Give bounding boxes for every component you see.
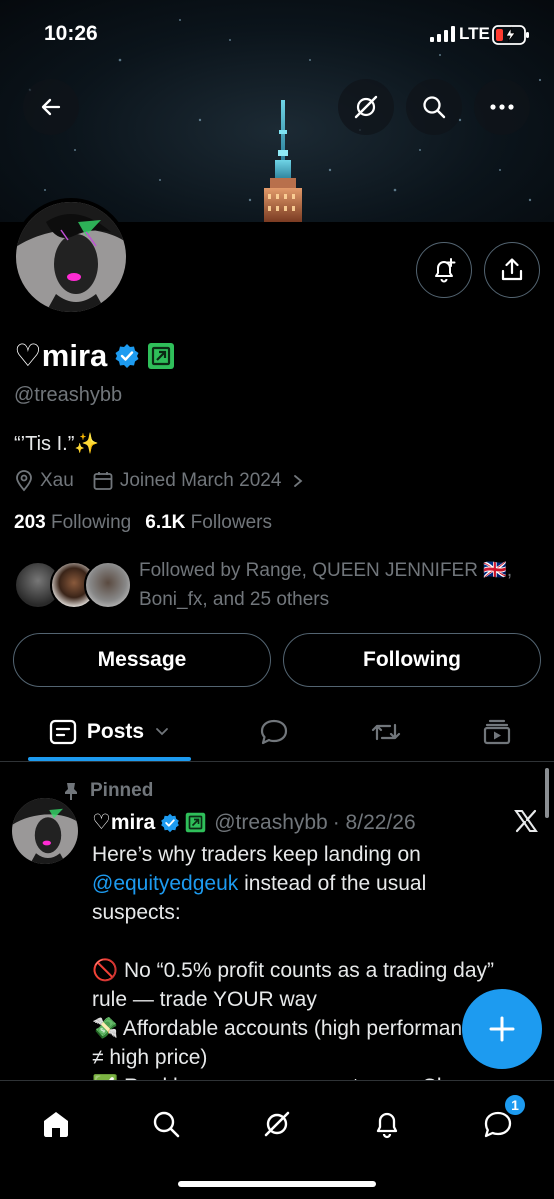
followers-count: 6.1K — [145, 512, 186, 533]
tab-active-indicator — [28, 757, 191, 761]
post-line: Here’s why traders keep landing on — [92, 843, 421, 866]
tab-posts-label: Posts — [86, 720, 145, 743]
pin-icon — [65, 783, 77, 800]
x-logo-icon — [514, 809, 538, 833]
following-label: Following — [50, 512, 132, 533]
search-button[interactable] — [406, 79, 462, 135]
following-count-link[interactable]: 203 Following — [14, 512, 131, 534]
affiliate-badge-icon[interactable] — [147, 342, 175, 370]
avatar-image — [16, 202, 126, 312]
reply-icon — [260, 719, 288, 745]
followers-label: Followers — [190, 512, 272, 533]
followed-by[interactable]: Followed by Range, QUEEN JENNIFER 🇬🇧, Bo… — [14, 556, 534, 616]
profile-meta: Xau Joined March 2024 — [14, 470, 305, 492]
location: Xau — [14, 470, 74, 492]
plus-icon — [489, 1016, 515, 1042]
affiliate-badge-icon — [185, 812, 206, 833]
more-button[interactable] — [474, 79, 530, 135]
chevron-down-icon — [156, 728, 168, 736]
location-pin-icon — [16, 470, 32, 492]
profile-tabs: Posts — [0, 702, 554, 762]
followed-by-line1: Followed by Range, QUEEN JENNIFER 🇬🇧, — [139, 560, 513, 581]
followed-by-avatars — [14, 561, 132, 609]
bell-plus-icon — [435, 258, 456, 283]
followed-by-line2: Boni_fx, and 25 others — [139, 589, 330, 610]
media-icon — [483, 719, 511, 745]
grok-button[interactable] — [338, 79, 394, 135]
profile-avatar[interactable] — [12, 198, 130, 316]
post-line: ✅ Real humans, no support gaps. Clean — [92, 1072, 542, 1080]
followed-by-text: Followed by Range, QUEEN JENNIFER 🇬🇧, Bo… — [139, 556, 534, 614]
notify-button[interactable] — [416, 242, 472, 298]
post-date: · 8/22/26 — [332, 810, 416, 834]
battery-icon — [492, 25, 529, 45]
post-line-rest: instead of the usual — [238, 872, 427, 895]
nav-grok[interactable] — [252, 1099, 302, 1149]
post-header: ♡mira @treashybb · 8/22/26 — [92, 810, 416, 835]
posts-tab-icon — [49, 719, 77, 745]
pinned-label: Pinned — [62, 780, 153, 802]
chevron-right-icon — [294, 475, 303, 487]
display-name: ♡mira — [14, 338, 108, 373]
following-button[interactable]: Following — [283, 633, 541, 687]
post-avatar-image — [12, 798, 78, 864]
mention-link[interactable]: @equityedgeuk — [92, 872, 238, 895]
compose-button[interactable] — [462, 989, 542, 1069]
tab-media[interactable] — [467, 702, 527, 762]
share-button[interactable] — [484, 242, 540, 298]
grok-icon — [264, 1111, 290, 1137]
more-icon — [490, 104, 514, 110]
arrow-left-icon — [41, 98, 61, 116]
back-button[interactable] — [23, 79, 79, 135]
pinned-text: Pinned — [90, 780, 154, 801]
signal-icon — [430, 26, 455, 42]
status-bar: 10:26 LTE — [0, 0, 554, 70]
profile-bio: “’Tis I.”✨ — [14, 433, 100, 455]
followers-count-link[interactable]: 6.1K Followers — [145, 512, 272, 534]
bell-icon — [376, 1112, 398, 1139]
post-line: @equityedgeuk instead of the usual — [92, 869, 542, 898]
nav-notifications[interactable] — [362, 1099, 412, 1149]
post-avatar[interactable] — [12, 798, 78, 864]
post-handle[interactable]: @treashybb — [214, 811, 328, 835]
location-text: Xau — [40, 470, 74, 491]
search-icon — [153, 1111, 180, 1138]
post-line: 🚫 No “0.5% profit counts as a trading da… — [92, 959, 495, 982]
share-icon — [501, 258, 523, 281]
messages-badge: 1 — [503, 1093, 527, 1117]
message-button[interactable]: Message — [13, 633, 271, 687]
verified-badge-icon[interactable] — [114, 343, 140, 369]
search-icon — [423, 96, 446, 119]
scrollbar[interactable] — [545, 768, 549, 818]
tab-reposts[interactable] — [356, 702, 416, 762]
home-indicator[interactable] — [178, 1181, 376, 1187]
verified-badge-icon — [161, 813, 180, 832]
profile-handle: @treashybb — [14, 384, 123, 406]
following-count: 203 — [14, 512, 46, 533]
network-type: LTE — [459, 24, 490, 43]
post-author[interactable]: ♡mira — [92, 810, 155, 835]
follower-avatar — [84, 561, 132, 609]
display-name-row: ♡mira — [14, 338, 175, 374]
repost-icon — [371, 723, 401, 741]
joined-date[interactable]: Joined March 2024 — [92, 470, 306, 492]
calendar-icon — [93, 472, 113, 490]
status-time: 10:26 — [44, 22, 98, 45]
grok-icon — [354, 95, 378, 119]
home-icon — [44, 1112, 68, 1137]
joined-text: Joined March 2024 — [119, 470, 282, 491]
follow-counts: 203 Following 6.1K Followers — [14, 512, 272, 534]
post-line: suspects: — [92, 901, 181, 924]
nav-home[interactable] — [31, 1099, 81, 1149]
tab-replies[interactable] — [244, 702, 304, 762]
tab-posts[interactable]: Posts — [28, 702, 191, 762]
nav-search[interactable] — [141, 1099, 191, 1149]
